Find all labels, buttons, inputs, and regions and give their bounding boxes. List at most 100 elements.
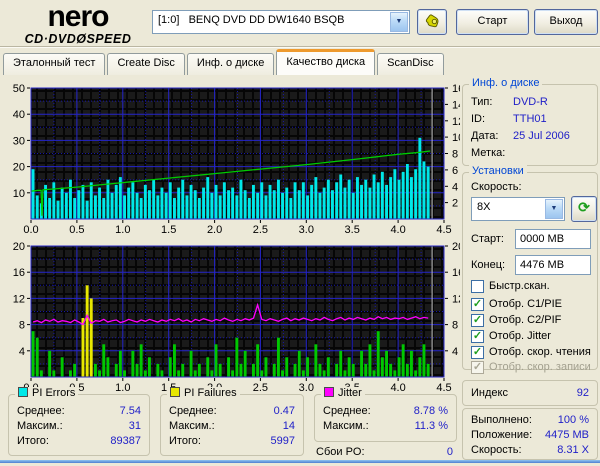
svg-text:4.5: 4.5 [436,382,451,394]
disc-type-value: DVD-R [513,95,548,108]
svg-text:12: 12 [452,116,460,128]
tab-scandisc[interactable]: ScanDisc [377,53,444,75]
drive-select-value: [1:0] BENQ DVD DD DW1640 BSQB [158,14,345,26]
stat-label: Максим.: [323,419,369,432]
checkbox-label: Отобр. C2/PIF [489,314,562,326]
svg-text:20: 20 [13,241,25,253]
stat-value: 89387 [110,434,141,447]
checkbox-fast-scan[interactable]: Быстр.скан. [471,279,550,293]
pi-errors-swatch [18,387,28,397]
svg-text:2.5: 2.5 [253,224,268,236]
tab-bar: Эталонный тест Create Disc Инф. о диске … [3,49,444,75]
pi-failures-jitter-chart: 48121620481216200.00.51.01.52.02.53.03.5… [13,241,460,394]
checkbox-box[interactable]: ✓ [471,345,484,359]
tab-create-disc[interactable]: Create Disc [107,53,185,75]
jitter-legend-box: Jitter Среднее: 8.78 % Максим.: 11.3 % [314,387,457,442]
svg-text:12: 12 [452,293,460,305]
svg-text:2.5: 2.5 [253,382,268,394]
stat-label: Максим.: [169,419,215,432]
exit-button[interactable]: Выход [534,9,598,35]
svg-text:3.0: 3.0 [299,224,314,236]
pi-failures-legend-title: PI Failures [184,387,237,399]
start-button[interactable]: Старт [456,9,529,35]
nero-cd-dvd-speed-window: nero CD·DVDØSPEED [1:0] BENQ DVD DD DW16… [0,0,600,466]
svg-text:1.0: 1.0 [115,224,130,236]
svg-text:4.0: 4.0 [390,382,405,394]
checkbox-box[interactable]: ✓ [471,313,484,327]
svg-text:40: 40 [13,109,25,121]
stat-label: Среднее: [323,404,371,417]
checkbox-show-c1-pie[interactable]: ✓ Отобр. C1/PIE [471,297,562,311]
stat-label: Итого: [17,434,49,447]
stat-label: Итого: [169,434,201,447]
pi-failures-legend-box: PI Failures Среднее: 0.47 Максим.: 14 Итог… [160,387,304,456]
disc-id-label: ID: [471,112,486,125]
checkbox-label: Отобр. Jitter [489,330,551,342]
end-position-input[interactable] [515,255,591,275]
checkbox-label: Отобр. скор. записи [489,361,591,373]
svg-text:8: 8 [19,320,25,332]
quality-index-box: Индекс 92 [462,380,598,406]
disc-label-label: Метка: [471,146,506,159]
done-label: Выполнено: [471,413,532,426]
start-position-label: Старт: [471,233,504,245]
stat-label: Среднее: [17,404,65,417]
svg-text:0.5: 0.5 [69,224,84,236]
po-failures-value: 0 [446,446,453,458]
svg-text:8: 8 [452,149,458,161]
index-value: 92 [576,386,589,399]
chevron-down-icon[interactable]: ▼ [545,199,563,219]
svg-text:4.5: 4.5 [436,224,451,236]
nero-logo: nero CD·DVDØSPEED [8,2,148,46]
disc-type-label: Тип: [471,95,493,108]
index-label: Индекс [471,386,508,399]
checkbox-box[interactable]: ✓ [471,297,484,311]
eject-disc-button[interactable] [417,9,447,35]
svg-text:10: 10 [13,188,25,200]
tab-disc-info[interactable]: Инф. о диске [186,53,275,75]
pi-errors-legend-box: PI Errors Среднее: 7.54 Максим.: 31 Итого:… [8,387,150,456]
po-failures-label: Сбои PO: [316,446,365,458]
checkbox-show-write-speed: ✓ Отобр. скор. записи [471,360,591,374]
pi-errors-chart: 10 20 30 40 50 2 4 6 8 10 12 14 16 0.0 0.5 1.0 1.5 2.0 2.5… [13,83,460,236]
disc-info-title: Инф. о диске [469,77,543,89]
stat-value: 0.47 [273,404,295,417]
stat-value: 8.78 % [413,404,448,417]
checkbox-box[interactable] [471,279,484,293]
progress-status-box: Выполнено: 100 % Положение: 4475 MB Скорос… [462,408,598,460]
disc-date-label: Дата: [471,129,499,142]
svg-text:50: 50 [13,83,25,95]
svg-text:10: 10 [452,132,460,144]
start-position-input[interactable] [515,229,591,249]
checkbox-box[interactable]: ✓ [471,329,484,343]
end-position-label: Конец: [471,259,506,271]
refresh-button[interactable]: ⟳ [571,196,597,222]
svg-text:0.0: 0.0 [23,224,38,236]
svg-text:1.5: 1.5 [161,224,176,236]
cd-dvd-speed-logo-text: CD·DVDØSPEED [24,32,132,46]
checkbox-show-c2-pif[interactable]: ✓ Отобр. C2/PIF [471,313,561,327]
checkbox-label: Отобр. C1/PIE [489,298,562,310]
svg-text:2.0: 2.0 [207,224,222,236]
chevron-down-icon[interactable]: ▼ [390,12,408,32]
speed-status-label: Скорость: [471,443,522,456]
svg-text:30: 30 [13,135,25,147]
checkbox-show-jitter[interactable]: ✓ Отобр. Jitter [471,329,551,343]
tab-benchmark[interactable]: Эталонный тест [3,53,106,75]
checkbox-label: Быстр.скан. [489,280,550,292]
tab-disc-quality[interactable]: Качество диска [276,49,376,75]
svg-text:3.0: 3.0 [299,382,314,394]
stat-label: Среднее: [169,404,217,417]
drive-select-dropdown[interactable]: [1:0] BENQ DVD DD DW1640 BSQB ▼ [152,10,410,34]
stat-label: Максим.: [17,419,63,432]
svg-text:1.0: 1.0 [115,382,130,394]
nero-logo-text: nero [47,0,109,33]
svg-text:20: 20 [13,162,25,174]
svg-text:16: 16 [13,267,25,279]
checkbox-box: ✓ [471,360,484,374]
stat-value: 11.3 % [414,419,448,432]
checkbox-show-read-speed[interactable]: ✓ Отобр. скор. чтения [471,345,591,359]
position-label: Положение: [471,428,533,441]
speed-select-dropdown[interactable]: 8X ▼ [471,197,565,221]
svg-text:14: 14 [452,99,460,111]
